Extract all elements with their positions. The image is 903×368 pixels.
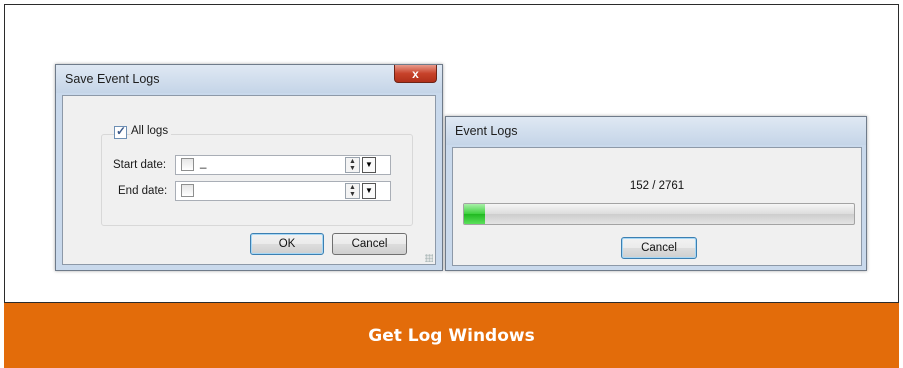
progress-bar (463, 203, 855, 225)
close-icon: x (412, 66, 419, 81)
chevron-down-icon: ▼ (365, 186, 373, 195)
window-title: Event Logs (455, 124, 518, 138)
start-date-value: _ (200, 157, 207, 169)
log-options-group (101, 134, 413, 226)
title-bar: Save Event Logs x (56, 65, 442, 93)
window-title: Save Event Logs (65, 72, 160, 86)
caption-title: Get Log Windows (368, 325, 535, 346)
all-logs-label: All logs (131, 125, 172, 137)
event-logs-window: Event Logs 152 / 2761 Cancel (445, 116, 867, 271)
end-date-dropdown-button[interactable]: ▼ (362, 183, 376, 199)
chevron-down-icon: ▼ (365, 160, 373, 169)
progress-counter: 152 / 2761 (629, 180, 685, 192)
close-button[interactable]: x (394, 65, 437, 83)
start-date-dropdown-button[interactable]: ▼ (362, 157, 376, 173)
start-date-picker[interactable]: _ ▲ ▼ ▼ (175, 155, 391, 175)
end-date-picker[interactable]: ▲ ▼ ▼ (175, 181, 391, 201)
dialog-client: All logs Start date: _ ▲▼ ▼ End date: ▲▼… (62, 95, 436, 265)
end-date-checkbox[interactable] (181, 184, 194, 197)
ok-button[interactable]: OK (250, 233, 324, 255)
start-date-spinner[interactable]: ▲ ▼ (345, 157, 360, 173)
end-date-spinner[interactable]: ▲ ▼ (345, 183, 360, 199)
cancel-button[interactable]: Cancel (621, 237, 697, 259)
dialog-client: 152 / 2761 Cancel (452, 147, 862, 266)
start-date-label: Start date: (113, 159, 167, 171)
resize-grip[interactable] (425, 254, 433, 262)
start-date-checkbox[interactable] (181, 158, 194, 171)
end-date-label: End date: (118, 185, 168, 197)
all-logs-checkbox[interactable] (114, 124, 127, 139)
progress-bar-fill (464, 204, 486, 224)
save-event-logs-window: Save Event Logs x All logs Start date: _… (55, 64, 443, 271)
title-bar: Event Logs (446, 117, 866, 145)
caption-banner: Get Log Windows (4, 302, 899, 368)
cancel-button[interactable]: Cancel (332, 233, 407, 255)
